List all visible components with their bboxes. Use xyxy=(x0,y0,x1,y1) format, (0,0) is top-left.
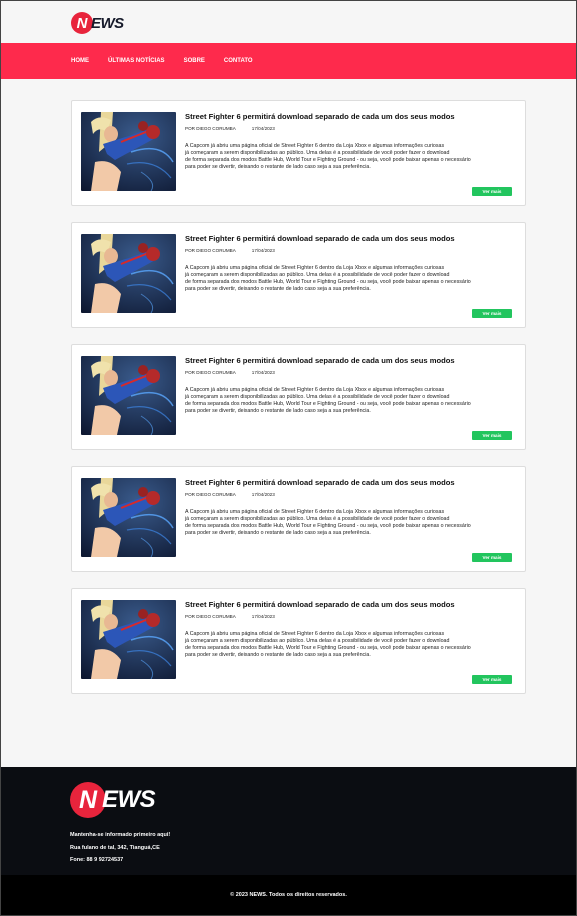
post-meta: POR DIEGO CORUMBA 17/04/2023 xyxy=(185,248,275,253)
post-excerpt: A Capcom já abriu uma página oficial de … xyxy=(185,265,497,293)
excerpt-line: A Capcom já abriu uma página oficial de … xyxy=(185,143,445,149)
post-thumbnail[interactable] xyxy=(81,234,176,313)
main-nav: HOME ÚLTIMAS NOTÍCIAS SOBRE CONTATO xyxy=(1,43,576,79)
post-card: Street Fighter 6 permitirá download sepa… xyxy=(71,222,526,328)
post-card: Street Fighter 6 permitirá download sepa… xyxy=(71,588,526,694)
excerpt-line: para poder se divertir, deixando o resta… xyxy=(185,529,371,536)
nav-item-contact[interactable]: CONTATO xyxy=(224,58,253,64)
read-more-button[interactable]: Ver mais xyxy=(472,187,512,196)
footer-logo[interactable]: N EWS xyxy=(70,782,156,818)
excerpt-line: A Capcom já abriu uma página oficial de … xyxy=(185,509,445,515)
excerpt-line: já começaram a serem disponibilizadas ao… xyxy=(185,393,450,400)
read-more-button[interactable]: Ver mais xyxy=(472,675,512,684)
logo-wordmark: EWS xyxy=(91,14,124,32)
post-card: Street Fighter 6 permitirá download sepa… xyxy=(71,466,526,572)
logo-badge: N xyxy=(71,12,93,34)
post-date: 17/04/2023 xyxy=(251,370,275,375)
post-meta: POR DIEGO CORUMBA 17/04/2023 xyxy=(185,492,275,497)
post-meta: POR DIEGO CORUMBA 17/04/2023 xyxy=(185,370,275,375)
post-title[interactable]: Street Fighter 6 permitirá download sepa… xyxy=(185,234,455,243)
fighter-image-icon xyxy=(81,112,176,191)
post-author: POR DIEGO CORUMBA xyxy=(185,248,236,253)
site-header: N EWS HOME ÚLTIMAS NOTÍCIAS SOBRE CONTAT… xyxy=(1,1,576,79)
nav-item-latest-news[interactable]: ÚLTIMAS NOTÍCIAS xyxy=(108,58,165,64)
copyright-bar: © 2023 NEWS. Todos os direitos reservado… xyxy=(1,875,576,915)
fighter-image-icon xyxy=(81,234,176,313)
post-author: POR DIEGO CORUMBA xyxy=(185,614,236,619)
excerpt-line: de forma separada dos modos Battle Hub, … xyxy=(185,400,471,407)
logo-badge: N xyxy=(70,782,106,818)
excerpt-line: de forma separada dos modos Battle Hub, … xyxy=(185,644,471,651)
excerpt-line: para poder se divertir, deixando o resta… xyxy=(185,163,371,170)
excerpt-line: A Capcom já abriu uma página oficial de … xyxy=(185,631,445,637)
excerpt-line: para poder se divertir, deixando o resta… xyxy=(185,285,371,292)
post-meta: POR DIEGO CORUMBA 17/04/2023 xyxy=(185,126,275,131)
excerpt-line: já começaram a serem disponibilizadas ao… xyxy=(185,637,450,644)
nav-item-home[interactable]: HOME xyxy=(71,58,89,64)
footer-address: Rua fulano de tal, 342, Tianguá,CE xyxy=(70,845,160,851)
excerpt-line: para poder se divertir, deixando o resta… xyxy=(185,651,371,658)
excerpt-line: já começaram a serem disponibilizadas ao… xyxy=(185,149,450,156)
post-date: 17/04/2023 xyxy=(251,614,275,619)
post-card: Street Fighter 6 permitirá download sepa… xyxy=(71,344,526,450)
nav-item-about[interactable]: SOBRE xyxy=(184,58,205,64)
site-footer: N EWS Mantenha-se informado primeiro aqu… xyxy=(1,767,576,875)
copyright-text: © 2023 NEWS. Todos os direitos reservado… xyxy=(230,892,347,898)
post-author: POR DIEGO CORUMBA xyxy=(185,370,236,375)
post-excerpt: A Capcom já abriu uma página oficial de … xyxy=(185,509,497,537)
post-thumbnail[interactable] xyxy=(81,112,176,191)
excerpt-line: de forma separada dos modos Battle Hub, … xyxy=(185,278,471,285)
read-more-button[interactable]: Ver mais xyxy=(472,553,512,562)
post-card: Street Fighter 6 permitirá download sepa… xyxy=(71,100,526,206)
read-more-button[interactable]: Ver mais xyxy=(472,309,512,318)
logo-wordmark: EWS xyxy=(102,786,156,813)
post-title[interactable]: Street Fighter 6 permitirá download sepa… xyxy=(185,356,455,365)
post-author: POR DIEGO CORUMBA xyxy=(185,126,236,131)
post-meta: POR DIEGO CORUMBA 17/04/2023 xyxy=(185,614,275,619)
post-date: 17/04/2023 xyxy=(251,248,275,253)
top-bar: N EWS xyxy=(1,1,576,43)
fighter-image-icon xyxy=(81,478,176,557)
fighter-image-icon xyxy=(81,600,176,679)
footer-phone: Fone: 88 9 92724537 xyxy=(70,857,124,863)
site-logo[interactable]: N EWS xyxy=(71,12,124,34)
post-thumbnail[interactable] xyxy=(81,356,176,435)
post-title[interactable]: Street Fighter 6 permitirá download sepa… xyxy=(185,112,455,121)
post-thumbnail[interactable] xyxy=(81,600,176,679)
post-date: 17/04/2023 xyxy=(251,126,275,131)
post-excerpt: A Capcom já abriu uma página oficial de … xyxy=(185,387,497,415)
post-author: POR DIEGO CORUMBA xyxy=(185,492,236,497)
footer-tagline: Mantenha-se informado primeiro aqui! xyxy=(70,832,171,838)
excerpt-line: para poder se divertir, deixando o resta… xyxy=(185,407,371,414)
post-thumbnail[interactable] xyxy=(81,478,176,557)
post-title[interactable]: Street Fighter 6 permitirá download sepa… xyxy=(185,600,455,609)
excerpt-line: já começaram a serem disponibilizadas ao… xyxy=(185,271,450,278)
post-title[interactable]: Street Fighter 6 permitirá download sepa… xyxy=(185,478,455,487)
excerpt-line: A Capcom já abriu uma página oficial de … xyxy=(185,387,445,393)
post-excerpt: A Capcom já abriu uma página oficial de … xyxy=(185,631,497,659)
post-list: Street Fighter 6 permitirá download sepa… xyxy=(1,79,576,694)
excerpt-line: A Capcom já abriu uma página oficial de … xyxy=(185,265,445,271)
excerpt-line: de forma separada dos modos Battle Hub, … xyxy=(185,522,471,529)
excerpt-line: já começaram a serem disponibilizadas ao… xyxy=(185,515,450,522)
post-excerpt: A Capcom já abriu uma página oficial de … xyxy=(185,143,497,171)
excerpt-line: de forma separada dos modos Battle Hub, … xyxy=(185,156,471,163)
read-more-button[interactable]: Ver mais xyxy=(472,431,512,440)
fighter-image-icon xyxy=(81,356,176,435)
post-date: 17/04/2023 xyxy=(251,492,275,497)
